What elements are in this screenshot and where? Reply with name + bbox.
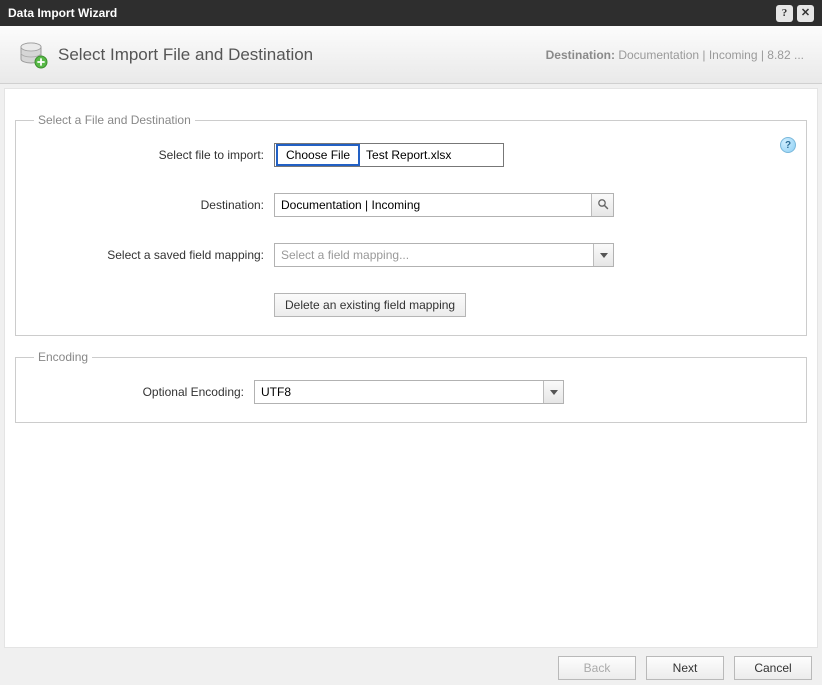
close-button[interactable]: ✕ <box>797 5 814 22</box>
next-button[interactable]: Next <box>646 656 724 680</box>
encoding-section: Encoding Optional Encoding: UTF8 <box>15 350 807 423</box>
window-title: Data Import Wizard <box>8 6 776 20</box>
encoding-legend: Encoding <box>34 350 92 364</box>
field-mapping-label: Select a saved field mapping: <box>30 248 274 262</box>
search-icon <box>597 198 609 213</box>
field-mapping-placeholder: Select a field mapping... <box>275 244 593 266</box>
chevron-down-icon <box>600 253 608 258</box>
wizard-footer: Back Next Cancel <box>0 651 822 685</box>
title-bar: Data Import Wizard ? ✕ <box>0 0 822 26</box>
wizard-content: Select a File and Destination ? Select f… <box>4 88 818 648</box>
wizard-banner: Select Import File and Destination Desti… <box>0 26 822 84</box>
field-mapping-select[interactable]: Select a field mapping... <box>274 243 614 267</box>
page-title: Select Import File and Destination <box>58 45 546 65</box>
encoding-value: UTF8 <box>255 381 543 403</box>
destination-lookup[interactable] <box>274 193 614 217</box>
destination-label: Destination: <box>30 198 274 212</box>
encoding-select[interactable]: UTF8 <box>254 380 564 404</box>
database-import-icon <box>18 40 48 70</box>
field-mapping-dropdown-button[interactable] <box>593 244 613 266</box>
file-destination-legend: Select a File and Destination <box>34 113 195 127</box>
section-help-icon[interactable]: ? <box>780 137 796 153</box>
back-button: Back <box>558 656 636 680</box>
destination-summary-label: Destination: <box>546 48 615 62</box>
destination-search-button[interactable] <box>591 194 613 216</box>
chosen-file-name: Test Report.xlsx <box>360 148 451 162</box>
destination-summary: Destination: Documentation | Incoming | … <box>546 48 804 62</box>
chevron-down-icon <box>550 390 558 395</box>
delete-mapping-button[interactable]: Delete an existing field mapping <box>274 293 466 317</box>
encoding-label: Optional Encoding: <box>30 385 254 399</box>
encoding-dropdown-button[interactable] <box>543 381 563 403</box>
destination-summary-value: Documentation | Incoming | 8.82 ... <box>618 48 804 62</box>
destination-input[interactable] <box>275 194 591 216</box>
file-import-label: Select file to import: <box>30 148 274 162</box>
file-chooser[interactable]: Choose File Test Report.xlsx <box>274 143 504 167</box>
choose-file-button[interactable]: Choose File <box>276 144 360 166</box>
help-button[interactable]: ? <box>776 5 793 22</box>
file-destination-section: Select a File and Destination ? Select f… <box>15 113 807 336</box>
cancel-button[interactable]: Cancel <box>734 656 812 680</box>
